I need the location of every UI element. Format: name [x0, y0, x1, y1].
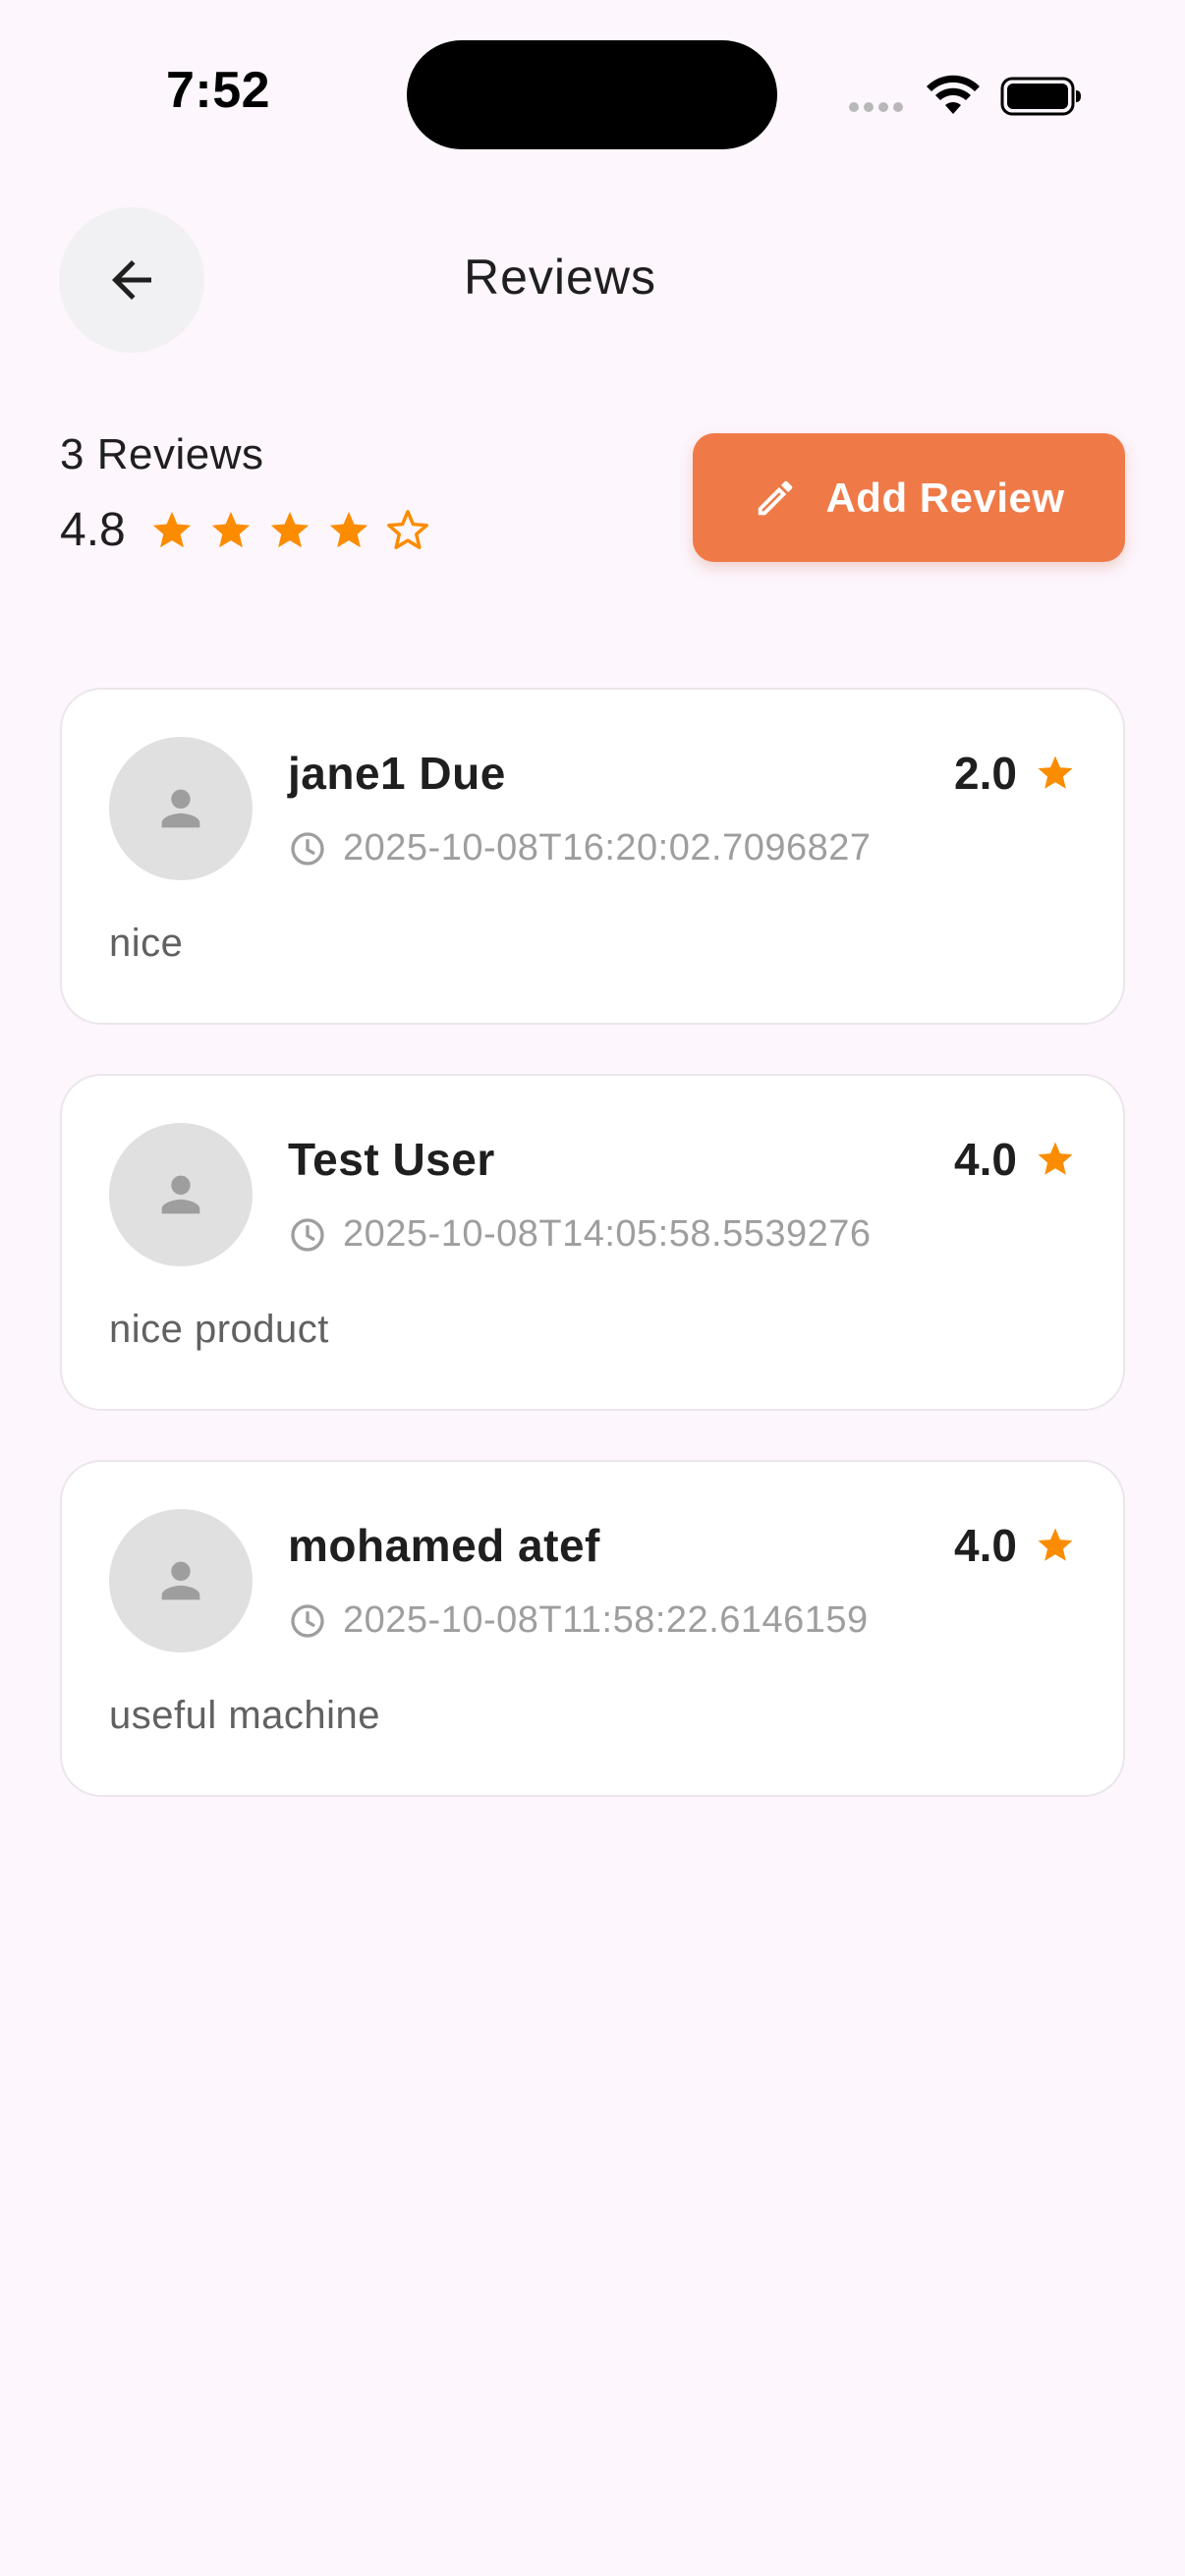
star-icon	[1038, 1528, 1073, 1561]
review-rating: 2.0	[954, 747, 1076, 800]
pencil-icon	[759, 480, 793, 515]
average-rating-stars	[149, 508, 430, 553]
average-rating-row: 4.8	[60, 503, 430, 557]
status-bar: 7:52	[0, 0, 1185, 187]
review-rating-value: 2.0	[954, 748, 1017, 799]
star-filled-icon	[329, 511, 367, 547]
add-review-label: Add Review	[825, 474, 1065, 521]
review-date-text: 2025-10-08T16:20:02.7096827	[343, 827, 872, 868]
review-card: Test User 4.0 2025-10-08T14:05:58.553927…	[60, 1074, 1125, 1411]
review-card: jane1 Due 2.0 2025-10-08T16:20:02.709682…	[60, 688, 1125, 1025]
review-date: 2025-10-08T11:58:22.6146159	[288, 1599, 869, 1642]
reviews-count: 3 Reviews	[60, 430, 264, 478]
battery-icon	[1000, 77, 1081, 116]
add-review-button[interactable]: Add Review	[693, 433, 1125, 562]
reviewer-name: Test User	[288, 1134, 495, 1185]
reviewer-name: jane1 Due	[288, 748, 506, 799]
reviews-list: jane1 Due 2.0 2025-10-08T16:20:02.709682…	[60, 688, 1125, 1846]
review-date-text: 2025-10-08T14:05:58.5539276	[343, 1213, 872, 1255]
review-rating-value: 4.0	[954, 1520, 1017, 1571]
clock-icon	[291, 831, 324, 866]
clock-icon	[291, 1603, 324, 1638]
avatar	[109, 1123, 253, 1266]
review-text: nice	[109, 922, 184, 965]
star-filled-icon	[211, 511, 250, 547]
average-rating-value: 4.8	[60, 504, 126, 556]
avatar	[109, 737, 253, 880]
star-filled-icon	[270, 511, 309, 547]
review-card: mohamed atef 4.0 2025-10-08T11:58:22.614…	[60, 1460, 1125, 1797]
star-icon	[1038, 756, 1073, 789]
dynamic-island	[407, 40, 777, 149]
person-icon	[161, 1175, 200, 1214]
review-rating: 4.0	[954, 1519, 1076, 1572]
review-date-text: 2025-10-08T11:58:22.6146159	[343, 1599, 869, 1641]
star-outline-icon	[386, 509, 428, 549]
clock-icon	[291, 1217, 324, 1252]
reviewer-name: mohamed atef	[288, 1520, 600, 1571]
review-rating: 4.0	[954, 1133, 1076, 1186]
person-icon	[161, 789, 200, 828]
avatar	[109, 1509, 253, 1652]
star-icon	[1038, 1142, 1073, 1175]
review-text: nice product	[109, 1308, 329, 1351]
status-time: 7:52	[166, 62, 271, 119]
person-icon	[161, 1561, 200, 1600]
cellular-signal-icon	[849, 102, 903, 114]
star-filled-icon	[152, 511, 191, 547]
review-date: 2025-10-08T16:20:02.7096827	[288, 827, 872, 869]
review-date: 2025-10-08T14:05:58.5539276	[288, 1213, 872, 1256]
wifi-icon	[927, 75, 980, 114]
review-text: useful machine	[109, 1694, 381, 1737]
review-rating-value: 4.0	[954, 1134, 1017, 1185]
page-title: Reviews	[464, 250, 656, 305]
